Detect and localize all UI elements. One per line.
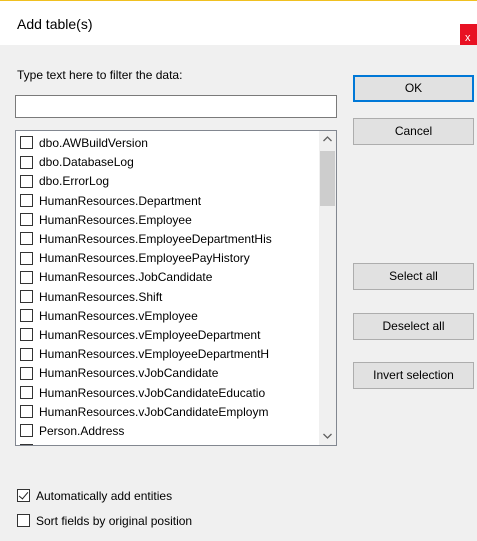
list-item[interactable]: HumanResources.EmployeePayHistory [20,248,314,268]
list-item-label: dbo.ErrorLog [39,174,110,189]
checkbox-icon[interactable] [20,251,33,265]
list-item-label: dbo.DatabaseLog [39,155,134,170]
title-bar: Add table(s) [0,0,477,45]
checkbox-icon[interactable] [20,232,33,246]
checkbox-icon[interactable] [20,136,33,150]
filter-input[interactable] [15,95,337,118]
filter-label: Type text here to filter the data: [17,68,183,82]
list-item-label: Person.AddressType [39,443,150,445]
scroll-down-icon[interactable] [319,428,336,445]
list-item-label: HumanResources.EmployeeDepartmentHis [39,232,272,246]
ok-button[interactable]: OK [353,75,474,102]
cancel-button[interactable]: Cancel [353,118,474,145]
scroll-up-icon[interactable] [319,131,336,148]
list-item[interactable]: HumanResources.vEmployeeDepartment [20,325,314,345]
checkbox-icon[interactable] [20,347,33,361]
list-item[interactable]: HumanResources.vJobCandidateEducatio [20,383,314,403]
list-item-label: Person.Address [39,424,125,438]
list-item[interactable]: HumanResources.Employee [20,210,314,230]
checkbox-icon[interactable] [20,289,33,303]
checkbox-icon[interactable] [20,174,33,188]
list-item-label: HumanResources.vJobCandidateEducatio [39,385,266,400]
checkbox-icon[interactable] [20,405,33,419]
checkbox-icon[interactable] [20,385,33,399]
auto-add-entities-label: Automatically add entities [36,489,173,503]
list-item-label: HumanResources.Department [39,193,202,208]
list-item[interactable]: HumanResources.EmployeeDepartmentHis [20,229,314,249]
deselect-all-button[interactable]: Deselect all [353,313,474,340]
checkbox-icon[interactable] [20,270,33,284]
window-title: Add table(s) [17,16,93,32]
list-item[interactable]: HumanResources.vEmployee [20,306,314,326]
list-item[interactable]: dbo.AWBuildVersion [20,133,314,153]
checkbox-icon[interactable] [17,514,30,528]
list-item[interactable]: Person.AddressType [20,440,314,445]
list-item-label: HumanResources.Shift [39,289,163,304]
list-item[interactable]: dbo.DatabaseLog [20,152,314,172]
checkbox-icon[interactable] [20,443,33,445]
scroll-thumb[interactable] [320,151,335,206]
list-item[interactable]: Person.Address [20,421,314,441]
list-item[interactable]: HumanResources.JobCandidate [20,267,314,287]
invert-selection-button[interactable]: Invert selection [353,362,474,389]
select-all-button[interactable]: Select all [353,263,474,290]
list-item-label: HumanResources.vJobCandidateEmploym [39,404,269,419]
list-item[interactable]: HumanResources.Shift [20,287,314,307]
checkbox-icon[interactable] [17,489,30,503]
sort-fields-checkbox[interactable]: Sort fields by original position [17,513,192,529]
checkbox-icon[interactable] [20,213,33,227]
checkbox-icon[interactable] [20,309,33,323]
list-item-label: HumanResources.Employee [39,212,192,227]
list-item[interactable]: HumanResources.vJobCandidate [20,363,314,383]
checkbox-icon[interactable] [20,424,33,438]
list-item-label: HumanResources.JobCandidate [39,270,213,285]
vertical-scrollbar[interactable] [319,131,336,445]
list-item[interactable]: HumanResources.vJobCandidateEmploym [20,402,314,422]
list-item-label: HumanResources.EmployeePayHistory [39,251,250,266]
list-item[interactable]: dbo.ErrorLog [20,171,314,191]
list-item-label: HumanResources.vJobCandidate [39,366,219,381]
list-item-label: HumanResources.vEmployeeDepartmentH [39,347,270,362]
checkbox-icon[interactable] [20,193,33,207]
list-item-label: HumanResources.vEmployeeDepartment [39,328,261,342]
list-item[interactable]: HumanResources.vEmployeeDepartmentH [20,344,314,364]
list-item-label: dbo.AWBuildVersion [39,136,148,150]
checkbox-icon[interactable] [20,328,33,342]
list-item[interactable]: HumanResources.Department [20,191,314,211]
checkbox-icon[interactable] [20,366,33,380]
table-list[interactable]: dbo.AWBuildVersion dbo.DatabaseLog dbo.Err… [15,130,337,446]
auto-add-entities-checkbox[interactable]: Automatically add entities [17,488,172,504]
close-icon: x [465,32,471,44]
sort-fields-label: Sort fields by original position [36,514,193,528]
list-item-label: HumanResources.vEmployee [39,308,198,323]
checkbox-icon[interactable] [20,155,33,169]
